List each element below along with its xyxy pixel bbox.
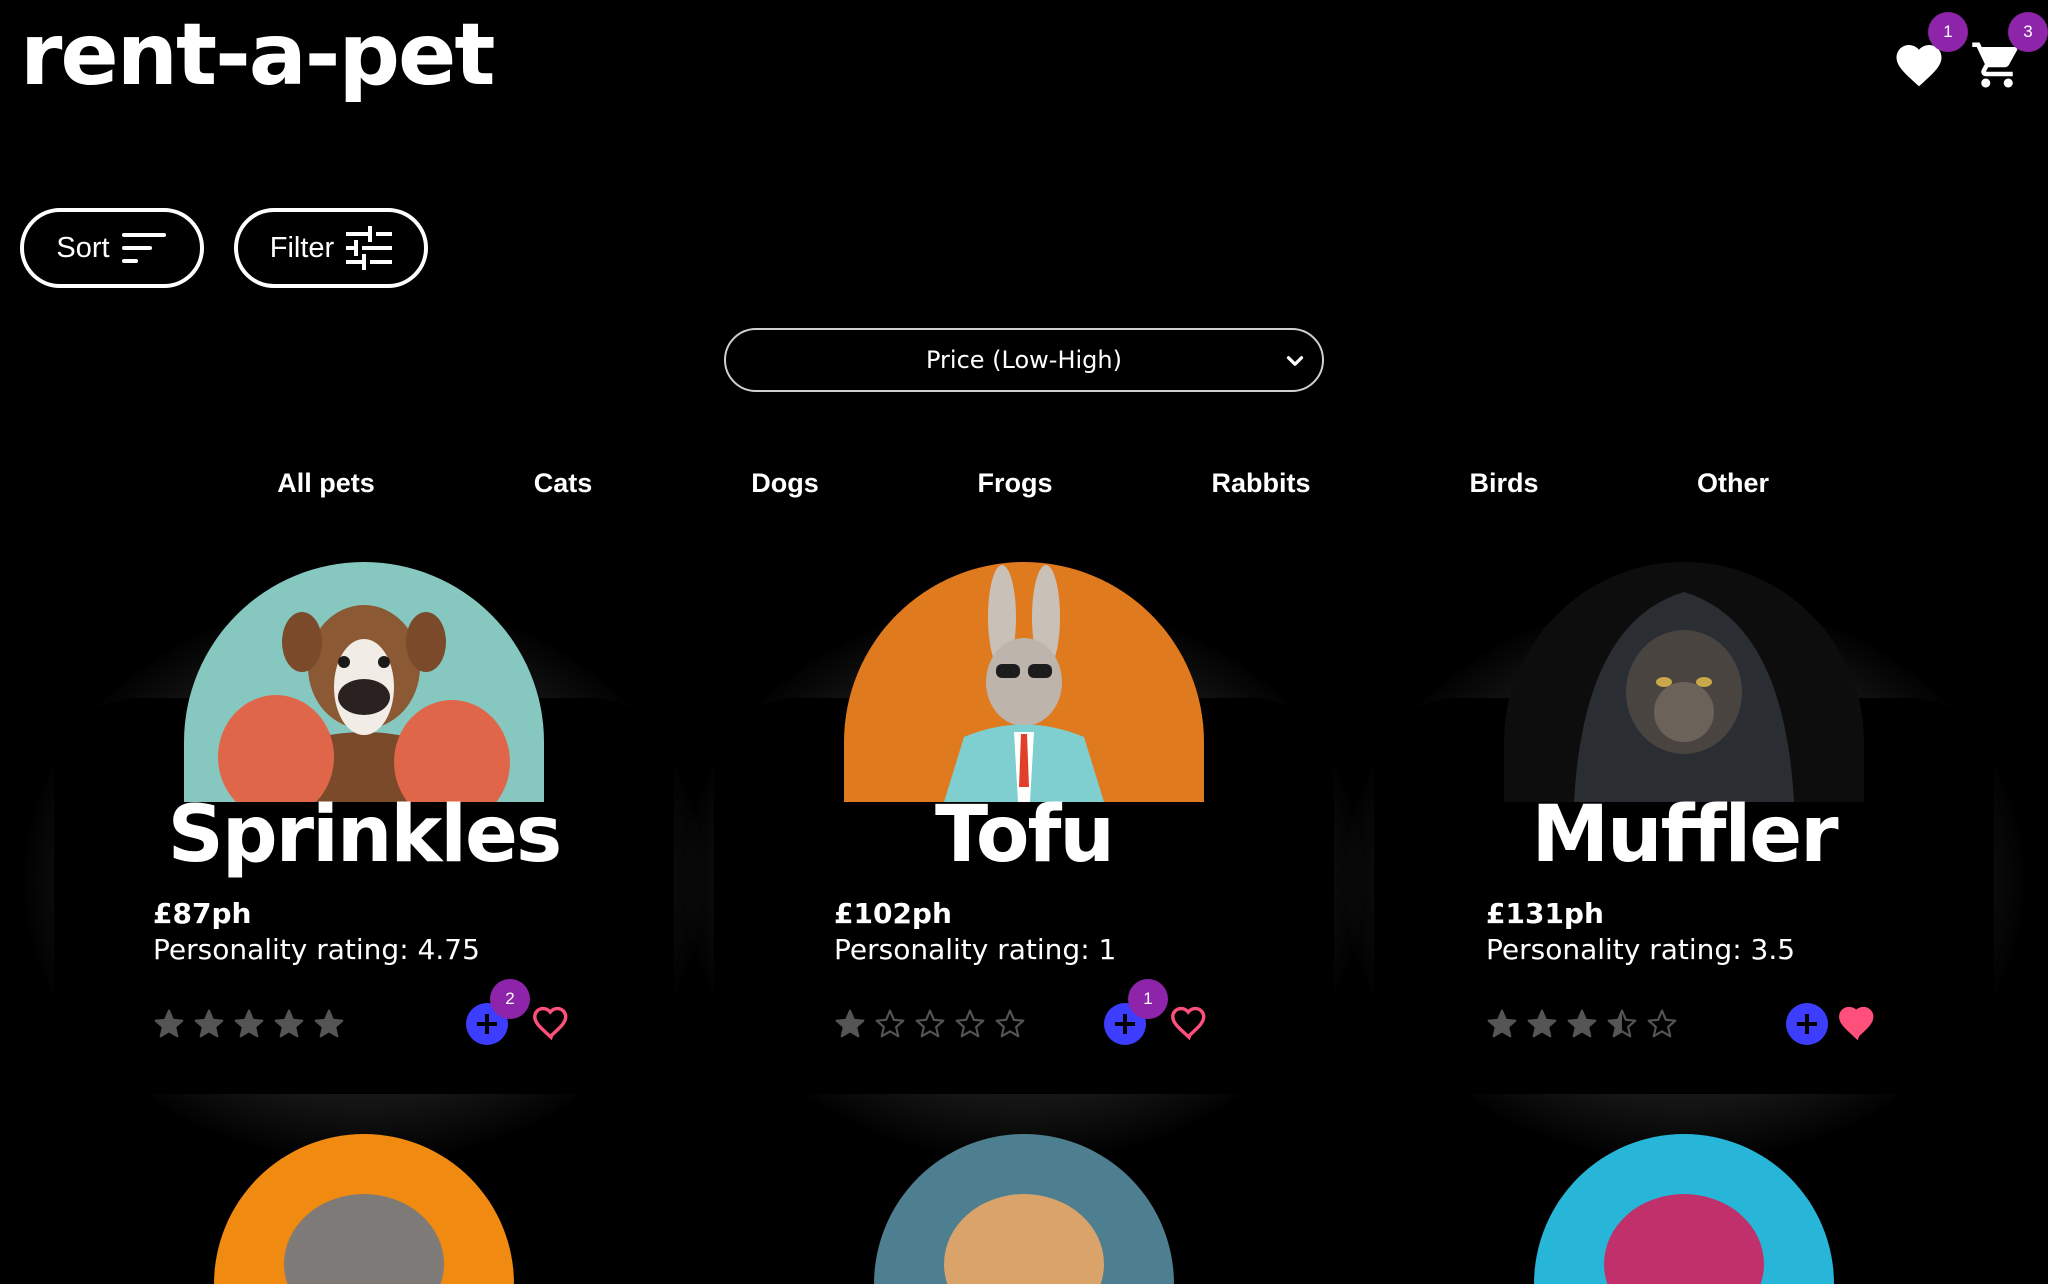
plus-icon: [1115, 1014, 1135, 1034]
tab-rabbits[interactable]: Rabbits: [1211, 468, 1310, 499]
pet-price: £102ph: [834, 897, 952, 930]
star-filled-icon: [234, 1009, 264, 1038]
site-logo[interactable]: rent-a-pet: [20, 4, 495, 107]
star-filled-icon: [1527, 1009, 1557, 1038]
star-empty-icon: [915, 1009, 945, 1038]
tab-frogs[interactable]: Frogs: [977, 468, 1052, 499]
sort-button[interactable]: Sort: [20, 208, 204, 288]
tab-dogs[interactable]: Dogs: [751, 468, 819, 499]
cart-count-badge: 3: [2008, 12, 2048, 52]
chevron-down-icon: [1286, 356, 1304, 366]
heart-outline-icon: [533, 1006, 568, 1041]
pet-price: £131ph: [1486, 897, 1604, 930]
filter-button[interactable]: Filter: [234, 208, 428, 288]
pet-image-peek: [874, 1134, 1174, 1284]
add-to-cart-button[interactable]: [1786, 1003, 1828, 1045]
tab-birds[interactable]: Birds: [1469, 468, 1538, 499]
star-half-icon: [1607, 1009, 1637, 1038]
boxer-dog-image: [184, 562, 544, 802]
star-rating: [834, 1008, 1026, 1040]
cart-count-badge: 1: [1128, 979, 1168, 1019]
sort-select[interactable]: Price (Low-High): [724, 328, 1324, 392]
plus-icon: [1797, 1014, 1817, 1034]
add-to-cart-button[interactable]: 1: [1104, 979, 1168, 1045]
pet-image-peek: [1534, 1134, 1834, 1284]
heart-outline-icon: [1171, 1006, 1206, 1041]
pet-price: £87ph: [153, 897, 252, 930]
favourite-button[interactable]: [1834, 1000, 1880, 1042]
filter-sliders-icon: [346, 226, 393, 270]
star-rating: [153, 1008, 345, 1040]
rabbit-image: [844, 562, 1204, 802]
cart-button[interactable]: 3: [1970, 12, 2048, 92]
star-empty-icon: [995, 1009, 1025, 1038]
add-to-cart-button[interactable]: 2: [466, 979, 530, 1045]
sort-button-label: Sort: [56, 231, 110, 264]
filter-button-label: Filter: [269, 231, 335, 264]
star-filled-icon: [274, 1009, 304, 1038]
star-filled-icon: [1487, 1009, 1517, 1038]
star-empty-icon: [875, 1009, 905, 1038]
heart-filled-icon: [1839, 1006, 1874, 1041]
star-filled-icon: [314, 1009, 344, 1038]
star-filled-icon: [1567, 1009, 1597, 1038]
star-filled-icon: [194, 1009, 224, 1038]
star-empty-icon: [955, 1009, 985, 1038]
star-filled-icon: [154, 1009, 184, 1038]
sort-icon: [121, 233, 166, 263]
favourites-count-badge: 1: [1928, 12, 1968, 52]
favourites-button[interactable]: 1: [1892, 12, 1968, 88]
favourite-button[interactable]: [1166, 1000, 1212, 1042]
personality-rating: Personality rating: 3.5: [1486, 933, 1796, 966]
pet-name: Tofu: [935, 790, 1115, 880]
pet-image-peek: [214, 1134, 514, 1284]
tab-cats[interactable]: Cats: [534, 468, 593, 499]
tab-all-pets[interactable]: All pets: [277, 468, 375, 499]
sort-select-value: Price (Low-High): [926, 346, 1122, 374]
star-empty-icon: [1647, 1009, 1677, 1038]
favourite-button[interactable]: [528, 1000, 574, 1042]
personality-rating: Personality rating: 1: [834, 933, 1117, 966]
tab-other[interactable]: Other: [1697, 468, 1769, 499]
pet-name: Sprinkles: [167, 790, 563, 880]
plus-icon: [477, 1014, 497, 1034]
pet-name: Muffler: [1531, 790, 1838, 880]
personality-rating: Personality rating: 4.75: [153, 933, 480, 966]
cart-count-badge: 2: [490, 979, 530, 1019]
hooded-cat-image: [1504, 562, 1864, 802]
star-rating: [1486, 1008, 1678, 1040]
star-filled-icon: [835, 1009, 865, 1038]
